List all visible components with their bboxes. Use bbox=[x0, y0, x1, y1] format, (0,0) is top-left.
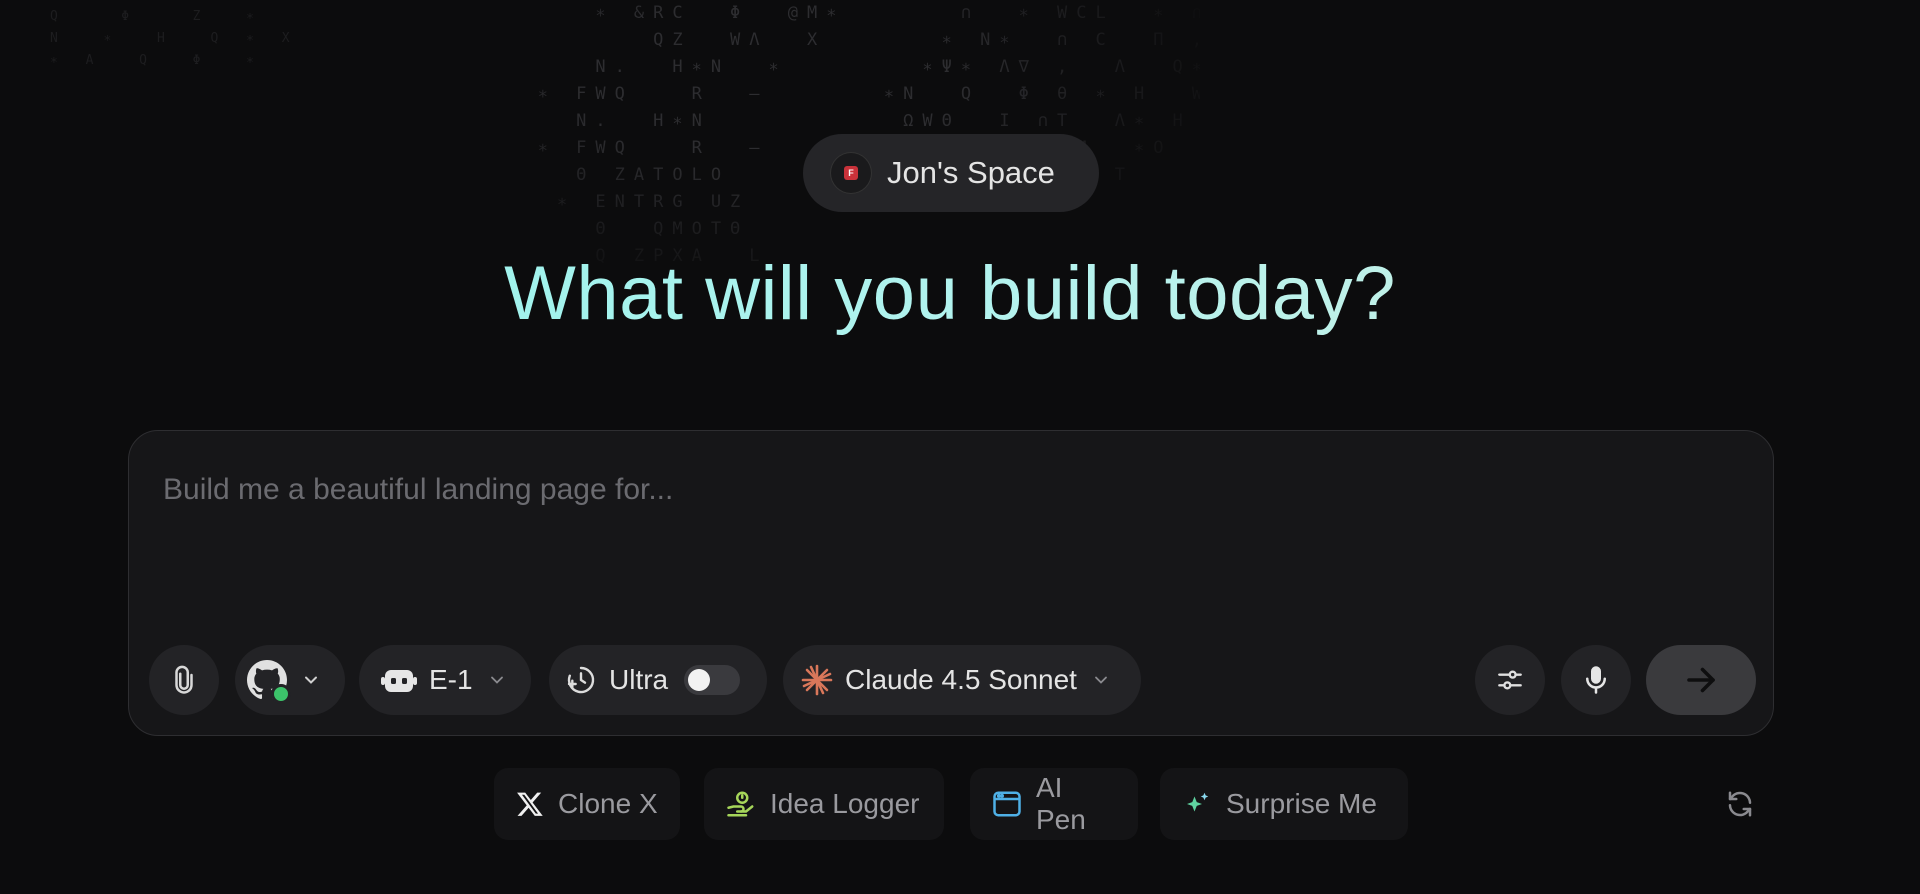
suggestion-label: Idea Logger bbox=[770, 788, 920, 819]
refresh-icon bbox=[1725, 789, 1755, 819]
suggestion-label: AI Pen bbox=[1036, 772, 1086, 835]
suggestion-label: Clone X bbox=[558, 788, 658, 819]
microphone-icon bbox=[1581, 664, 1611, 696]
chevron-down-icon bbox=[487, 670, 507, 690]
page-headline: What will you build today? bbox=[0, 250, 1900, 337]
clock-plus-icon bbox=[565, 664, 597, 696]
ultra-mode-label: Ultra bbox=[609, 664, 669, 695]
sparkles-icon bbox=[1182, 789, 1212, 819]
github-icon bbox=[247, 660, 291, 704]
suggestion-label: Surprise Me bbox=[1226, 788, 1377, 819]
chevron-down-icon bbox=[301, 670, 321, 690]
robot-icon bbox=[381, 666, 417, 694]
suggestion-surprise-me[interactable]: Surprise Me bbox=[1160, 768, 1408, 840]
settings-button[interactable] bbox=[1475, 645, 1545, 715]
agent-selector[interactable]: E-1 bbox=[359, 645, 531, 715]
model-selector[interactable]: Claude 4.5 Sonnet bbox=[783, 645, 1141, 715]
prompt-composer: E-1 Ultra Claude 4.5 Sonnet bbox=[128, 430, 1774, 736]
prompt-input[interactable] bbox=[161, 459, 1725, 521]
chevron-down-icon bbox=[1091, 670, 1111, 690]
arrow-right-icon bbox=[1683, 662, 1719, 698]
workspace-name: Jon's Space bbox=[887, 155, 1055, 190]
workspace-logo-icon: F bbox=[831, 153, 871, 193]
workspace-selector[interactable]: F Jon's Space bbox=[803, 134, 1099, 212]
send-button[interactable] bbox=[1646, 645, 1756, 715]
suggestion-ai-pen[interactable]: AI Pen bbox=[970, 768, 1138, 840]
voice-input-button[interactable] bbox=[1561, 645, 1631, 715]
browser-window-icon bbox=[992, 789, 1022, 819]
suggestion-clone-x[interactable]: Clone X bbox=[494, 768, 680, 840]
suggestion-idea-logger[interactable]: Idea Logger bbox=[704, 768, 944, 840]
github-status-dot bbox=[271, 684, 291, 704]
claude-logo-icon bbox=[801, 664, 833, 696]
ultra-mode-switch[interactable] bbox=[684, 665, 741, 695]
ultra-mode-toggle[interactable]: Ultra bbox=[549, 645, 767, 715]
x-logo-icon bbox=[516, 790, 544, 818]
github-connect-button[interactable] bbox=[235, 645, 345, 715]
paperclip-icon bbox=[169, 664, 199, 696]
refresh-suggestions-button[interactable] bbox=[1722, 786, 1758, 822]
attach-button[interactable] bbox=[149, 645, 219, 715]
sliders-icon bbox=[1494, 664, 1526, 696]
model-label: Claude 4.5 Sonnet bbox=[845, 664, 1077, 695]
idea-hand-icon bbox=[726, 789, 756, 819]
agent-label: E-1 bbox=[429, 664, 473, 695]
background-glyph-pattern-left: Q Φ Z ∗ N ∗ H Q ∗ X ∗ A Q Φ ∗ bbox=[50, 9, 300, 68]
